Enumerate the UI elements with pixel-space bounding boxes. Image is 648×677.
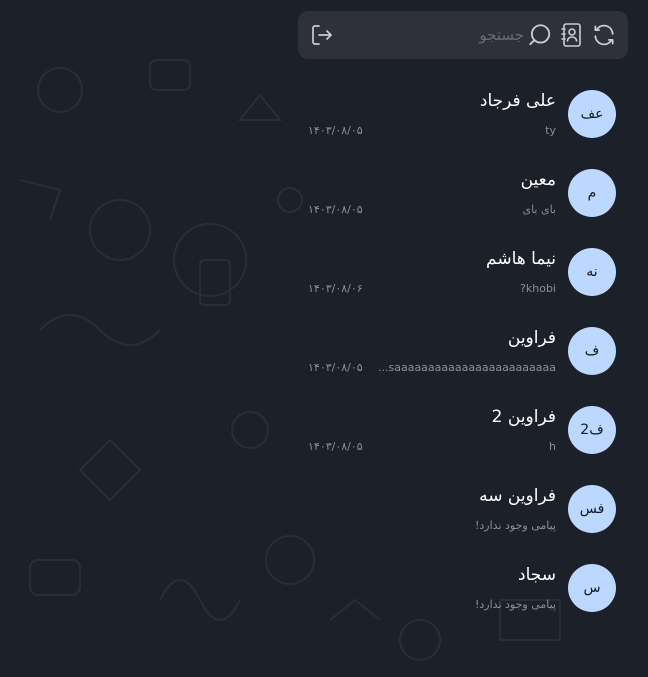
contacts-book-icon[interactable] (558, 21, 586, 49)
last-message-date: ۱۴۰۳/۰۸/۰۵ (308, 124, 363, 137)
last-message-preview: khobi? (520, 282, 556, 295)
avatar: س (568, 564, 616, 612)
search-icon[interactable] (526, 21, 554, 49)
logout-icon[interactable] (308, 21, 336, 49)
last-message-date: ۱۴۰۳/۰۸/۰۵ (308, 361, 363, 374)
chat-item[interactable]: س سجاد پیامی وجود ندارد! (298, 549, 648, 628)
refresh-icon[interactable] (590, 21, 618, 49)
last-message-preview: ty (545, 124, 556, 137)
avatar: ف (568, 327, 616, 375)
search-input[interactable] (424, 23, 524, 47)
chat-name: علی فرجاد (479, 91, 556, 111)
chat-list: عف علی فرجاد ty ۱۴۰۳/۰۸/۰۵ م معین بای با… (298, 75, 648, 628)
avatar: م (568, 169, 616, 217)
chat-item[interactable]: ف فراوین saaaaaaaaaaaaaaaaaaaaaaaa... ۱۴… (298, 312, 648, 391)
avatar: ف2 (568, 406, 616, 454)
sidebar-toolbar (298, 11, 628, 59)
avatar: عف (568, 90, 616, 138)
chat-item[interactable]: م معین بای بای ۱۴۰۳/۰۸/۰۵ (298, 154, 648, 233)
last-message-date: ۱۴۰۳/۰۸/۰۵ (308, 440, 363, 453)
chat-item[interactable]: فس فراوین سه پیامی وجود ندارد! (298, 470, 648, 549)
last-message-preview: پیامی وجود ندارد! (475, 598, 556, 611)
chat-item[interactable]: نه نیما هاشم khobi? ۱۴۰۳/۰۸/۰۶ (298, 233, 648, 312)
chat-name: نیما هاشم (486, 249, 556, 269)
chat-name: فراوین (507, 328, 556, 348)
last-message-date: ۱۴۰۳/۰۸/۰۶ (308, 282, 363, 295)
chat-name: معین (520, 170, 556, 190)
last-message-date: ۱۴۰۳/۰۸/۰۵ (308, 203, 363, 216)
last-message-preview: h (549, 440, 556, 453)
avatar: نه (568, 248, 616, 296)
chat-sidebar: عف علی فرجاد ty ۱۴۰۳/۰۸/۰۵ م معین بای با… (298, 0, 648, 677)
last-message-preview: پیامی وجود ندارد! (475, 519, 556, 532)
chat-item[interactable]: ف2 فراوین 2 h ۱۴۰۳/۰۸/۰۵ (298, 391, 648, 470)
avatar: فس (568, 485, 616, 533)
chat-item[interactable]: عف علی فرجاد ty ۱۴۰۳/۰۸/۰۵ (298, 75, 648, 154)
chat-name: فراوین 2 (491, 407, 556, 427)
chat-name: سجاد (518, 565, 556, 585)
last-message-preview: بای بای (522, 203, 556, 216)
last-message-preview: saaaaaaaaaaaaaaaaaaaaaaaa... (377, 361, 556, 374)
chat-name: فراوین سه (479, 486, 556, 506)
